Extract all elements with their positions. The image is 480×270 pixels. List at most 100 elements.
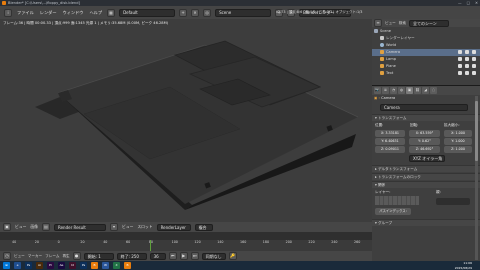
physics-tab-icon[interactable]: ◌ bbox=[430, 87, 437, 94]
timeline-area[interactable]: 4020020406080100120140160180200220240260 bbox=[0, 240, 372, 251]
keying-set-icon[interactable]: 🔑 bbox=[228, 252, 237, 260]
scene-icon[interactable]: ◎ bbox=[203, 8, 212, 17]
menu-window[interactable]: ウィンドウ bbox=[62, 10, 85, 16]
editor-type-icon[interactable]: ◷ bbox=[3, 252, 11, 260]
taskbar-app-aftereffects[interactable]: Ae bbox=[58, 262, 65, 269]
layers-tab-icon[interactable]: ≣ bbox=[382, 87, 389, 94]
start-frame-field[interactable]: 開始: 1 bbox=[83, 252, 114, 260]
editor-type-icon[interactable]: ▣ bbox=[3, 223, 11, 231]
start-button[interactable]: ⊞ bbox=[3, 262, 10, 269]
current-frame-marker[interactable] bbox=[150, 240, 151, 251]
jump-end-button[interactable]: ⏭ bbox=[190, 252, 199, 260]
timeline-tick-label: 140 bbox=[217, 240, 224, 244]
render-tab-icon[interactable]: 📷 bbox=[374, 87, 381, 94]
render-layer-selector[interactable]: RenderLayer bbox=[156, 223, 191, 231]
menu-file[interactable]: ファイル bbox=[16, 10, 35, 16]
taskbar-app-illustrator[interactable]: Ai bbox=[36, 262, 43, 269]
outliner-row-lamp[interactable]: Lamp bbox=[372, 56, 480, 63]
rotation-x-field[interactable]: X: 63.559° bbox=[409, 130, 440, 137]
rotation-mode-selector[interactable]: XYZ オイラー角 bbox=[409, 155, 445, 162]
remove-layout-button[interactable]: ✕ bbox=[191, 8, 200, 17]
layout-icon[interactable]: ▦ bbox=[107, 8, 116, 17]
taskbar-app-word[interactable]: W bbox=[102, 262, 109, 269]
scale-z-field[interactable]: Z: 1.000 bbox=[444, 146, 472, 153]
parent-field[interactable] bbox=[436, 198, 470, 205]
slot-label[interactable]: スロット bbox=[137, 224, 152, 230]
layer-grid[interactable] bbox=[375, 196, 419, 205]
pass-index-field[interactable]: パスインデックス: bbox=[375, 208, 411, 215]
taskbar-app-blender-2[interactable]: B bbox=[124, 262, 131, 269]
end-frame-field[interactable]: 終了: 250 bbox=[116, 252, 147, 260]
taskbar-app-blender[interactable]: B bbox=[91, 262, 98, 269]
location-x-field[interactable]: X: 3.33181 bbox=[375, 130, 405, 137]
outliner-row-world[interactable]: World bbox=[372, 42, 480, 49]
world-tab-icon[interactable]: ◍ bbox=[398, 87, 405, 94]
menu-outliner-view[interactable]: ビュー bbox=[385, 21, 396, 26]
scale-x-field[interactable]: X: 1.000 bbox=[444, 130, 472, 137]
properties-scroll-thumb[interactable] bbox=[475, 101, 478, 161]
jump-start-button[interactable]: ⏮ bbox=[168, 252, 177, 260]
display-mode-selector[interactable]: 全てのシーン bbox=[408, 19, 449, 27]
editor-type-icon[interactable]: ≡ bbox=[374, 19, 382, 27]
taskbar-app-premiere[interactable]: Pr bbox=[47, 262, 54, 269]
menu-render[interactable]: レンダー bbox=[39, 10, 58, 16]
outliner-row-renderlayers[interactable]: レンダーレイヤー bbox=[372, 35, 480, 42]
object-tab-icon[interactable]: ▣ bbox=[406, 87, 413, 94]
object-name-field[interactable]: Camera bbox=[380, 104, 468, 111]
taskbar-app-excel[interactable]: X bbox=[113, 262, 120, 269]
outliner-row-text[interactable]: Text bbox=[372, 70, 480, 77]
render-layer-icon bbox=[380, 36, 384, 40]
visibility-toggles[interactable] bbox=[458, 50, 476, 54]
menu-image[interactable]: 画像 bbox=[30, 224, 38, 230]
delta-transform-header[interactable]: ▸ デルタトランスフォーム bbox=[372, 165, 480, 172]
groups-header[interactable]: ▾ グループ bbox=[372, 219, 480, 226]
outliner-row-scene[interactable]: Scene bbox=[372, 28, 480, 35]
menu-view-2[interactable]: ビュー bbox=[122, 224, 133, 230]
current-frame-field[interactable]: 36 bbox=[149, 252, 166, 260]
taskbar-app-ie[interactable]: e bbox=[14, 262, 21, 269]
image-browse-icon[interactable]: ▤ bbox=[41, 223, 50, 231]
scale-y-field[interactable]: Y: 1.000 bbox=[444, 138, 472, 145]
rotation-z-field[interactable]: Z: 46.692° bbox=[409, 146, 440, 153]
rotation-y-field[interactable]: Y: 0.62° bbox=[409, 138, 440, 145]
transform-panel-header[interactable]: ▾ トランスフォーム bbox=[372, 114, 480, 121]
location-z-field[interactable]: Z: 0.09011 bbox=[375, 146, 405, 153]
menu-marker[interactable]: マーカー bbox=[28, 254, 42, 259]
menu-outliner-search[interactable]: 検索 bbox=[399, 21, 406, 26]
editor-type-icon[interactable]: i bbox=[4, 8, 12, 17]
image-selector[interactable]: Render Result bbox=[53, 223, 106, 231]
taskbar-app-photoshop-2[interactable]: Ps bbox=[80, 262, 87, 269]
render-view[interactable]: フレーム:36 | 時間 00:00.33 | 頂点:999 面:1345 光源… bbox=[0, 19, 372, 222]
visibility-toggles[interactable] bbox=[458, 71, 476, 75]
scene-selector[interactable]: Scene bbox=[215, 8, 272, 17]
location-y-field[interactable]: Y: 6.40631 bbox=[375, 138, 405, 145]
outliner-row-plane[interactable]: Plane bbox=[372, 63, 480, 70]
sync-selector[interactable]: 同期なし bbox=[201, 252, 226, 260]
location-label: 位置: bbox=[375, 123, 384, 127]
visibility-toggles[interactable] bbox=[458, 57, 476, 61]
relations-header[interactable]: ▾ 関係 bbox=[372, 181, 480, 188]
taskbar-app-photoshop[interactable]: Ps bbox=[25, 262, 32, 269]
outliner-row-camera[interactable]: Camera bbox=[372, 49, 480, 56]
menu-help[interactable]: ヘルプ bbox=[88, 10, 103, 16]
taskbar-clock[interactable]: 11:06 2015/08/29 bbox=[455, 261, 472, 270]
menu-timeline-view[interactable]: ビュー bbox=[14, 254, 25, 259]
view-mode-icon[interactable]: ▾ bbox=[109, 223, 118, 231]
record-icon[interactable]: ● bbox=[72, 252, 81, 260]
transform-locks-header[interactable]: ▸ トランスフォームのロック bbox=[372, 173, 480, 180]
pass-selector[interactable]: 複合 bbox=[194, 223, 213, 231]
taskbar-app-indesign[interactable]: Id bbox=[69, 262, 76, 269]
menu-frame[interactable]: フレーム bbox=[45, 254, 59, 259]
add-layout-button[interactable]: + bbox=[179, 8, 188, 17]
timeline-tick-label: 20 bbox=[80, 240, 85, 244]
constraints-tab-icon[interactable]: ⛓ bbox=[414, 87, 421, 94]
menu-view[interactable]: ビュー bbox=[15, 224, 26, 230]
play-button[interactable]: ▶ bbox=[179, 252, 188, 260]
menu-playback[interactable]: 再生 bbox=[62, 254, 69, 259]
data-tab-icon[interactable]: ◢ bbox=[422, 87, 429, 94]
layout-selector[interactable]: Default bbox=[119, 8, 176, 17]
visibility-toggles[interactable] bbox=[458, 64, 476, 68]
timeline-tick-label: 120 bbox=[194, 240, 201, 244]
camera-icon bbox=[380, 50, 384, 54]
scene-tab-icon[interactable]: ◔ bbox=[390, 87, 397, 94]
